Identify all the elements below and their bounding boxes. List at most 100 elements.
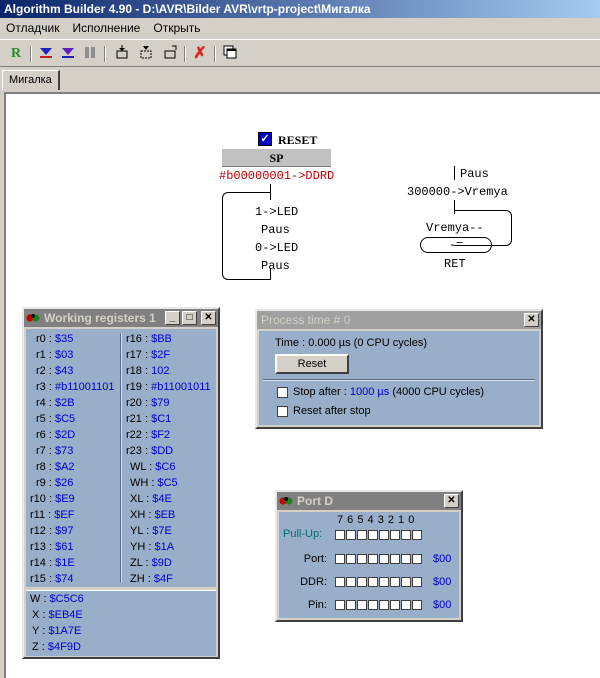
pullup-bit-1-checkbox[interactable] (401, 530, 411, 540)
register-ZH[interactable]: ZH : $4F (130, 573, 173, 585)
pin-bit-0-checkbox[interactable] (412, 600, 422, 610)
register-r21[interactable]: r21 : $C1 (126, 413, 171, 425)
pin-bit-1-checkbox[interactable] (401, 600, 411, 610)
pause-icon[interactable] (80, 44, 100, 64)
maximize-button[interactable]: □ (182, 311, 197, 325)
register-r16[interactable]: r16 : $BB (126, 333, 172, 345)
register-r17[interactable]: r17 : $2F (126, 349, 170, 361)
register-XH[interactable]: XH : $EB (130, 509, 175, 521)
op-paus-1[interactable]: Paus (261, 223, 290, 237)
register-YH[interactable]: YH : $1A (130, 541, 174, 553)
register-WL[interactable]: WL : $C6 (130, 461, 175, 473)
pullup-bit-0-checkbox[interactable] (412, 530, 422, 540)
port-row-value[interactable]: $00 (433, 553, 451, 565)
ddr-bit-3-checkbox[interactable] (379, 577, 389, 587)
pullup-bit-2-checkbox[interactable] (390, 530, 400, 540)
pullup-bit-7-checkbox[interactable] (335, 530, 345, 540)
register-pair-Z[interactable]: Z : $4F9D (32, 641, 81, 653)
ddr-bit-1-checkbox[interactable] (401, 577, 411, 587)
register-r13[interactable]: r13 : $61 (30, 541, 73, 553)
register-r3[interactable]: r3 : #b11001101 (36, 381, 115, 393)
run-to-icon[interactable] (136, 44, 156, 64)
step-over-icon[interactable] (58, 44, 78, 64)
close-button[interactable]: ✕ (524, 313, 539, 327)
register-r15[interactable]: r15 : $74 (30, 573, 73, 585)
trace-icon[interactable] (112, 44, 132, 64)
register-r1[interactable]: r1 : $03 (36, 349, 73, 361)
pin-bit-2-checkbox[interactable] (390, 600, 400, 610)
port-bit-1-checkbox[interactable] (401, 554, 411, 564)
register-r4[interactable]: r4 : $2B (36, 397, 75, 409)
run-icon[interactable] (160, 44, 180, 64)
ddr-bit-7-checkbox[interactable] (335, 577, 345, 587)
register-r20[interactable]: r20 : $79 (126, 397, 169, 409)
port-bit-2-checkbox[interactable] (390, 554, 400, 564)
register-r23[interactable]: r23 : $DD (126, 445, 173, 457)
register-YL[interactable]: YL : $7E (130, 525, 172, 537)
menu-execution[interactable]: Исполнение (73, 21, 141, 35)
register-r9[interactable]: r9 : $26 (36, 477, 73, 489)
port-bit-0-checkbox[interactable] (412, 554, 422, 564)
sp-block[interactable]: SP (222, 149, 331, 167)
port-row-value[interactable]: $00 (433, 599, 451, 611)
pin-bit-4-checkbox[interactable] (368, 600, 378, 610)
r-icon[interactable]: R (6, 44, 26, 64)
init-statement[interactable]: #b00000001->DDRD (219, 169, 334, 183)
close-button[interactable]: ✕ (201, 311, 216, 325)
register-pair-X[interactable]: X : $EB4E (32, 609, 83, 621)
port-bit-5-checkbox[interactable] (357, 554, 367, 564)
ddr-bit-0-checkbox[interactable] (412, 577, 422, 587)
register-r10[interactable]: r10 : $E9 (30, 493, 75, 505)
register-r7[interactable]: r7 : $73 (36, 445, 73, 457)
port-bit-3-checkbox[interactable] (379, 554, 389, 564)
register-r14[interactable]: r14 : $1E (30, 557, 75, 569)
pin-bit-3-checkbox[interactable] (379, 600, 389, 610)
register-r0[interactable]: r0 : $35 (36, 333, 73, 345)
minimize-button[interactable]: _ (165, 311, 180, 325)
reset-after-stop-checkbox[interactable] (277, 406, 288, 417)
op-led-on[interactable]: 1->LED (255, 205, 298, 219)
port-bit-6-checkbox[interactable] (346, 554, 356, 564)
op-paus-2[interactable]: Paus (261, 259, 290, 273)
windows-icon[interactable] (220, 44, 240, 64)
menu-debugger[interactable]: Отладчик (6, 21, 59, 35)
pin-bit-5-checkbox[interactable] (357, 600, 367, 610)
pin-bit-7-checkbox[interactable] (335, 600, 345, 610)
port-row-value[interactable]: $00 (433, 576, 451, 588)
register-r2[interactable]: r2 : $43 (36, 365, 73, 377)
op-led-off[interactable]: 0->LED (255, 241, 298, 255)
registers-window[interactable]: Working registers 1 _ □ ✕ r0 : $35 r1 : $… (22, 307, 220, 659)
register-r22[interactable]: r22 : $F2 (126, 429, 170, 441)
port-title-bar[interactable]: Port D ✕ (277, 492, 461, 510)
sub-ret[interactable]: RET (444, 257, 466, 271)
stop-after-checkbox[interactable] (277, 387, 288, 398)
register-r11[interactable]: r11 : $EF (30, 509, 74, 521)
register-r8[interactable]: r8 : $A2 (36, 461, 75, 473)
port-bit-4-checkbox[interactable] (368, 554, 378, 564)
port-bit-7-checkbox[interactable] (335, 554, 345, 564)
stop-icon[interactable]: ✗ (190, 44, 210, 64)
ddr-bit-4-checkbox[interactable] (368, 577, 378, 587)
ddr-bit-6-checkbox[interactable] (346, 577, 356, 587)
port-d-window[interactable]: Port D ✕ 7 6 5 4 3 2 1 0 Pull-Up: Port: $… (275, 490, 463, 622)
menu-open[interactable]: Открыть (153, 21, 200, 35)
ddr-bit-5-checkbox[interactable] (357, 577, 367, 587)
register-r5[interactable]: r5 : $C5 (36, 413, 75, 425)
sub-name[interactable]: Paus (460, 167, 489, 181)
register-r19[interactable]: r19 : #b11001011 (126, 381, 211, 393)
register-ZL[interactable]: ZL : $9D (130, 557, 172, 569)
pullup-bit-3-checkbox[interactable] (379, 530, 389, 540)
register-WH[interactable]: WH : $C5 (130, 477, 178, 489)
ddr-bit-2-checkbox[interactable] (390, 577, 400, 587)
tab-migalka[interactable]: Мигалка (2, 70, 60, 90)
step-into-icon[interactable] (36, 44, 56, 64)
pin-bit-6-checkbox[interactable] (346, 600, 356, 610)
stop-after-value[interactable]: 1000 µs (350, 386, 389, 398)
pullup-bit-6-checkbox[interactable] (346, 530, 356, 540)
pullup-bit-5-checkbox[interactable] (357, 530, 367, 540)
register-pair-Y[interactable]: Y : $1A7E (32, 625, 81, 637)
register-r6[interactable]: r6 : $2D (36, 429, 75, 441)
reset-checkbox[interactable]: ✓ (258, 132, 272, 146)
registers-title-bar[interactable]: Working registers 1 _ □ ✕ (24, 309, 218, 327)
pullup-bit-4-checkbox[interactable] (368, 530, 378, 540)
